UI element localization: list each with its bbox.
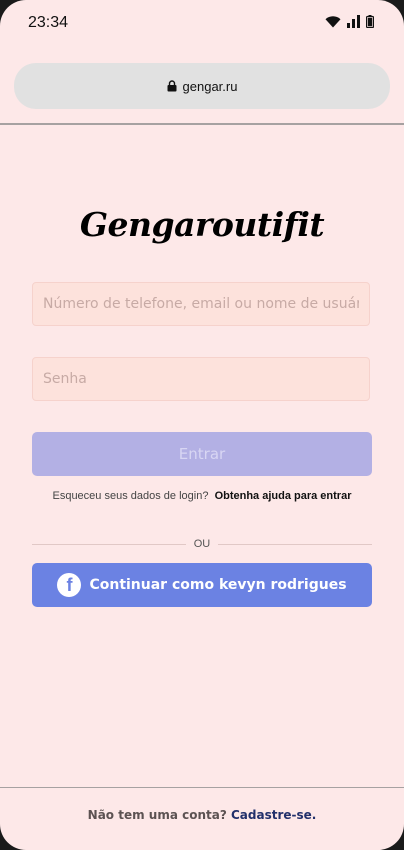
lock-icon [167, 80, 177, 92]
app-logo: Gengaroutifit [79, 205, 325, 244]
facebook-login-button[interactable]: f Continuar como kevyn rodrigues [32, 563, 372, 607]
url-text: gengar.ru [182, 78, 238, 94]
get-help-link[interactable]: Obtenha ajuda para entrar [215, 490, 352, 502]
battery-icon [366, 15, 374, 28]
status-bar: 23:34 [0, 0, 404, 44]
browser-divider [0, 123, 404, 125]
login-button[interactable]: Entrar [32, 432, 372, 476]
separator-line-right [218, 543, 372, 545]
status-time: 23:34 [28, 14, 69, 31]
forgot-login-text: Esqueceu seus dados de login? [52, 490, 209, 502]
or-separator: OU [32, 537, 372, 551]
phone-screen: 23:34 gengar.ru Gengaroutifit Número de … [0, 0, 404, 850]
facebook-button-label: Continuar como kevyn rodrigues [89, 577, 347, 593]
wifi-icon [325, 16, 341, 28]
separator-line-left [32, 543, 186, 545]
facebook-icon: f [57, 573, 82, 597]
no-account-text: Não tem uma conta? [87, 808, 227, 822]
or-text: OU [193, 538, 211, 550]
forgot-login-help: Esqueceu seus dados de login? Obtenha aj… [32, 488, 372, 505]
address-bar[interactable]: gengar.ru [14, 63, 390, 109]
signup-prompt: Não tem uma conta? Cadastre-se. [0, 808, 404, 822]
status-icons [325, 15, 374, 28]
signup-link[interactable]: Cadastre-se. [231, 808, 316, 822]
signal-icon [347, 15, 360, 28]
identifier-input[interactable] [32, 282, 370, 326]
password-input[interactable] [32, 357, 370, 401]
footer-divider [0, 787, 404, 788]
